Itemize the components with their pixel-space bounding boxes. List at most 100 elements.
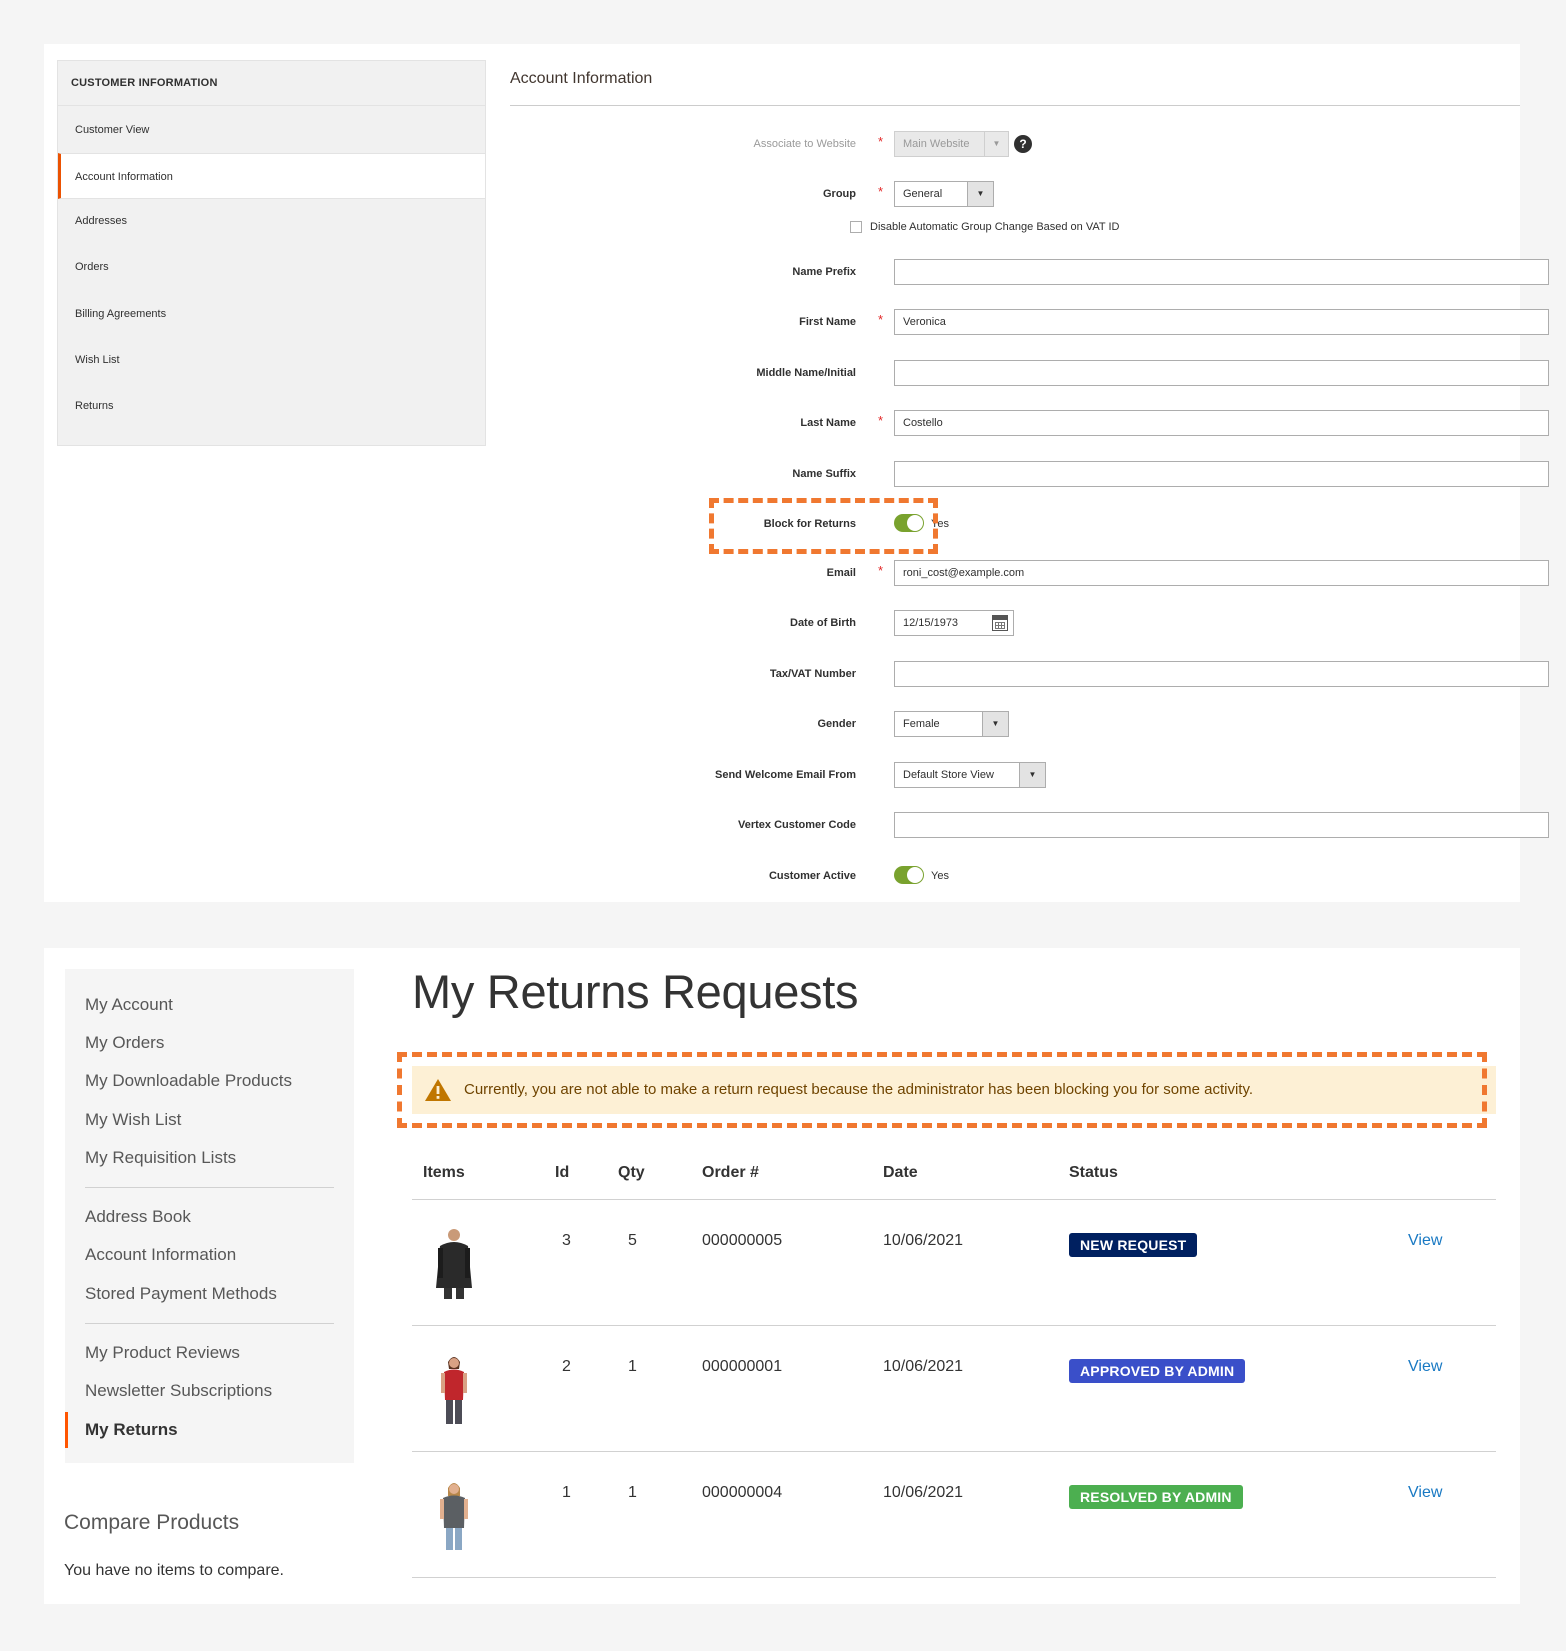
- row-order: 000000001: [702, 1358, 783, 1375]
- email-input[interactable]: roni_cost@example.com: [894, 560, 1549, 586]
- nav-my-returns[interactable]: My Returns: [65, 1412, 178, 1448]
- group-value: General: [903, 188, 943, 200]
- red-top-thumbnail: [441, 1357, 467, 1424]
- gender-select[interactable]: Female ▼: [894, 711, 1009, 737]
- customer-information-sidebar: CUSTOMER INFORMATION Customer View Accou…: [57, 60, 486, 446]
- sidebar-title: CUSTOMER INFORMATION: [58, 61, 485, 106]
- sidebar-item-orders[interactable]: Orders: [58, 244, 485, 290]
- email-label: Email: [826, 567, 856, 579]
- vertex-row: Vertex Customer Code: [510, 812, 1549, 838]
- required-marker: *: [878, 184, 884, 199]
- nav-my-wish-list[interactable]: My Wish List: [85, 1109, 181, 1131]
- group-row: Group * General ▼: [510, 181, 1520, 207]
- view-link[interactable]: View: [1408, 1232, 1442, 1250]
- middle-name-label: Middle Name/Initial: [756, 367, 856, 379]
- row-qty: 1: [628, 1484, 637, 1501]
- returns-table-header: Items Id Qty Order # Date Status: [412, 1156, 1496, 1200]
- vertex-input[interactable]: [894, 812, 1549, 838]
- block-returns-value: Yes: [931, 518, 949, 530]
- col-order: Order #: [702, 1164, 759, 1181]
- gender-label: Gender: [817, 718, 856, 730]
- nav-my-downloadable-products[interactable]: My Downloadable Products: [85, 1070, 292, 1092]
- row-id: 3: [562, 1232, 571, 1249]
- group-select[interactable]: General ▼: [894, 181, 994, 207]
- table-row: 1 1 000000004 10/06/2021 RESOLVED BY ADM…: [412, 1452, 1496, 1578]
- compare-products-title: Compare Products: [64, 1511, 240, 1534]
- jacket-thumbnail: [436, 1229, 472, 1299]
- sidebar-item-addresses[interactable]: Addresses: [58, 198, 485, 244]
- row-id: 1: [562, 1484, 571, 1501]
- warning-icon: [425, 1079, 451, 1101]
- sidebar-item-customer-view[interactable]: Customer View: [58, 107, 485, 153]
- customer-active-toggle[interactable]: [894, 866, 924, 884]
- name-prefix-row: Name Prefix: [510, 259, 1549, 285]
- section-title: Account Information: [510, 70, 653, 87]
- view-link[interactable]: View: [1408, 1358, 1442, 1376]
- required-marker: *: [878, 563, 884, 578]
- nav-my-orders[interactable]: My Orders: [85, 1032, 164, 1054]
- compare-products-empty: You have no items to compare.: [64, 1562, 284, 1579]
- taxvat-input[interactable]: [894, 661, 1549, 687]
- website-row: Associate to Website * Main Website ▼ ?: [510, 131, 1520, 157]
- nav-account-information[interactable]: Account Information: [85, 1244, 236, 1266]
- block-returns-toggle[interactable]: [894, 514, 924, 532]
- col-status: Status: [1069, 1164, 1118, 1181]
- nav-newsletter-subscriptions[interactable]: Newsletter Subscriptions: [85, 1380, 272, 1402]
- sidebar-item-account-information[interactable]: Account Information: [58, 153, 485, 199]
- status-badge: RESOLVED BY ADMIN: [1069, 1485, 1243, 1509]
- col-items: Items: [423, 1164, 465, 1181]
- name-suffix-input[interactable]: [894, 461, 1549, 487]
- admin-customer-panel: CUSTOMER INFORMATION Customer View Accou…: [44, 44, 1549, 902]
- required-marker: *: [878, 413, 884, 428]
- col-id: Id: [555, 1164, 570, 1181]
- customer-active-value: Yes: [931, 870, 949, 882]
- help-icon[interactable]: ?: [1014, 135, 1032, 153]
- account-nav-sidebar: My Account My Orders My Downloadable Pro…: [65, 969, 354, 1463]
- warning-message: Currently, you are not able to make a re…: [412, 1066, 1496, 1114]
- row-id: 2: [562, 1358, 571, 1375]
- first-name-label: First Name: [799, 316, 856, 328]
- page-title: My Returns Requests: [412, 965, 859, 1018]
- nav-divider: [85, 1187, 334, 1188]
- name-prefix-input[interactable]: [894, 259, 1549, 285]
- sidebar-item-billing-agreements[interactable]: Billing Agreements: [58, 291, 485, 337]
- col-date: Date: [883, 1164, 918, 1181]
- dob-row: Date of Birth 12/15/1973: [510, 610, 1520, 636]
- sidebar-item-returns[interactable]: Returns: [58, 383, 485, 429]
- taxvat-row: Tax/VAT Number: [510, 661, 1549, 687]
- calendar-icon[interactable]: [992, 615, 1008, 631]
- welcome-email-select[interactable]: Default Store View ▼: [894, 762, 1046, 788]
- last-name-input[interactable]: Costello: [894, 410, 1549, 436]
- dob-label: Date of Birth: [790, 617, 856, 629]
- first-name-row: First Name * Veronica: [510, 309, 1549, 335]
- nav-my-requisition-lists[interactable]: My Requisition Lists: [85, 1147, 236, 1169]
- last-name-row: Last Name * Costello: [510, 410, 1549, 436]
- chevron-down-icon: ▼: [984, 132, 1008, 156]
- customer-active-label: Customer Active: [768, 870, 856, 882]
- last-name-label: Last Name: [800, 417, 856, 429]
- website-value: Main Website: [903, 138, 970, 150]
- welcome-email-value: Default Store View: [903, 769, 994, 781]
- row-qty: 5: [628, 1232, 637, 1249]
- nav-my-product-reviews[interactable]: My Product Reviews: [85, 1342, 240, 1364]
- required-marker: *: [878, 134, 884, 149]
- col-qty: Qty: [618, 1164, 645, 1181]
- first-name-input[interactable]: Veronica: [894, 309, 1549, 335]
- row-date: 10/06/2021: [883, 1232, 964, 1249]
- vertex-label: Vertex Customer Code: [738, 819, 856, 831]
- welcome-email-row: Send Welcome Email From Default Store Vi…: [510, 762, 1520, 788]
- nav-my-account[interactable]: My Account: [85, 994, 173, 1016]
- row-date: 10/06/2021: [883, 1484, 964, 1501]
- nav-address-book[interactable]: Address Book: [85, 1206, 191, 1228]
- warning-message-text: Currently, you are not able to make a re…: [464, 1081, 1254, 1098]
- row-order: 000000005: [702, 1232, 783, 1249]
- row-order: 000000004: [702, 1484, 783, 1501]
- sidebar-item-wish-list[interactable]: Wish List: [58, 337, 485, 383]
- middle-name-input[interactable]: [894, 360, 1549, 386]
- vat-checkbox-label: Disable Automatic Group Change Based on …: [870, 221, 1120, 233]
- dob-input[interactable]: 12/15/1973: [894, 610, 1014, 636]
- website-select[interactable]: Main Website ▼: [894, 131, 1009, 157]
- vat-group-change-checkbox[interactable]: [850, 221, 862, 233]
- nav-stored-payment-methods[interactable]: Stored Payment Methods: [85, 1283, 277, 1305]
- view-link[interactable]: View: [1408, 1484, 1442, 1502]
